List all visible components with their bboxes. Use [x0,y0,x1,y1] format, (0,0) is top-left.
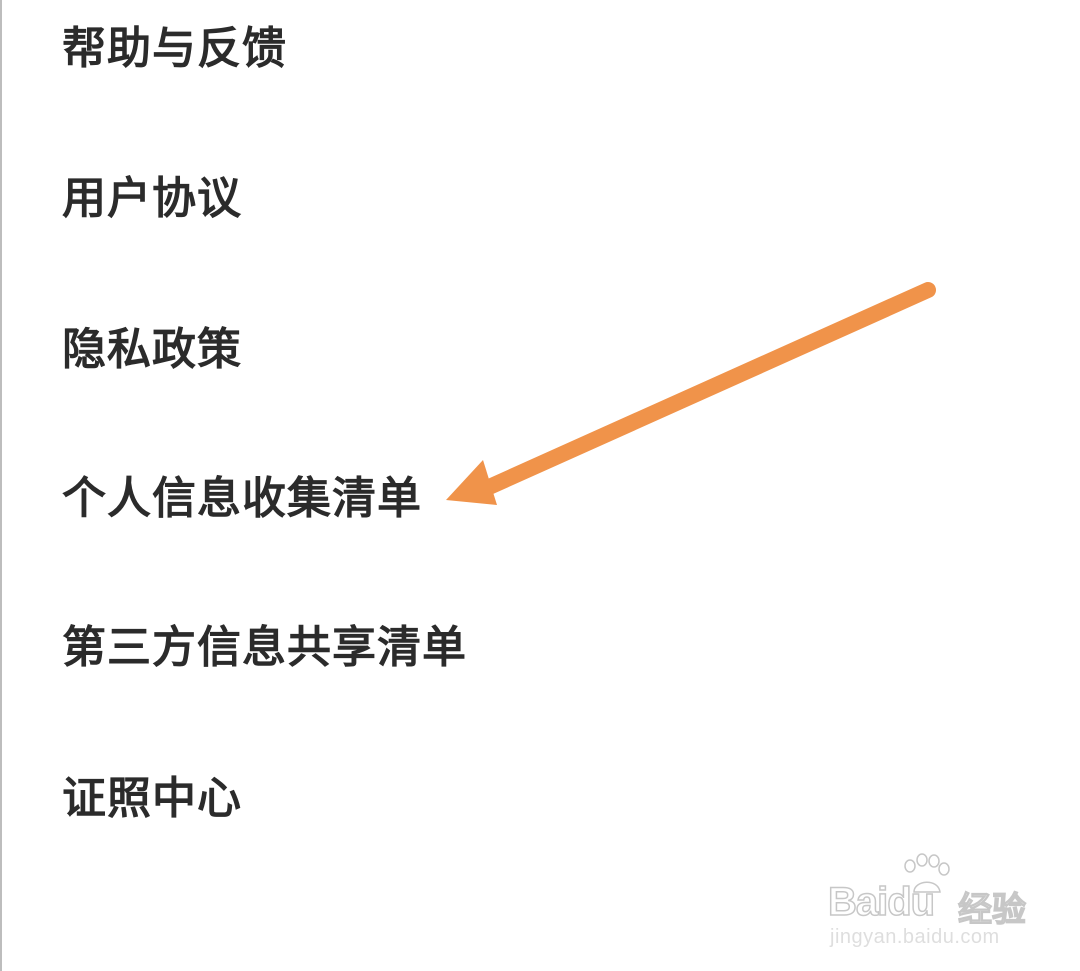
watermark-logo-text: Baidu [827,879,936,925]
menu-item-third-party-sharing-list[interactable]: 第三方信息共享清单 [0,573,1080,723]
menu-item-user-agreement[interactable]: 用户协议 [0,124,1080,274]
menu-item-help-feedback[interactable]: 帮助与反馈 [0,0,1080,124]
menu-item-label: 用户协议 [62,173,242,224]
watermark-url: jingyan.baidu.com [830,926,1000,948]
menu-item-label: 第三方信息共享清单 [62,622,467,673]
menu-item-label: 证照中心 [62,773,242,824]
baidu-jingyan-watermark: Baidu 经验 jingyan.baidu.com [827,852,1028,952]
menu-item-privacy-policy[interactable]: 隐私政策 [0,275,1080,425]
menu-item-personal-info-collection-list[interactable]: 个人信息收集清单 [0,424,1080,574]
menu-item-label: 帮助与反馈 [62,23,287,74]
settings-menu-list: 帮助与反馈 用户协议 隐私政策 个人信息收集清单 第三方信息共享清单 证照中心 [0,0,1080,971]
menu-item-label: 个人信息收集清单 [62,473,422,524]
watermark-product-text: 经验 [957,889,1026,930]
menu-item-label: 隐私政策 [62,324,242,375]
